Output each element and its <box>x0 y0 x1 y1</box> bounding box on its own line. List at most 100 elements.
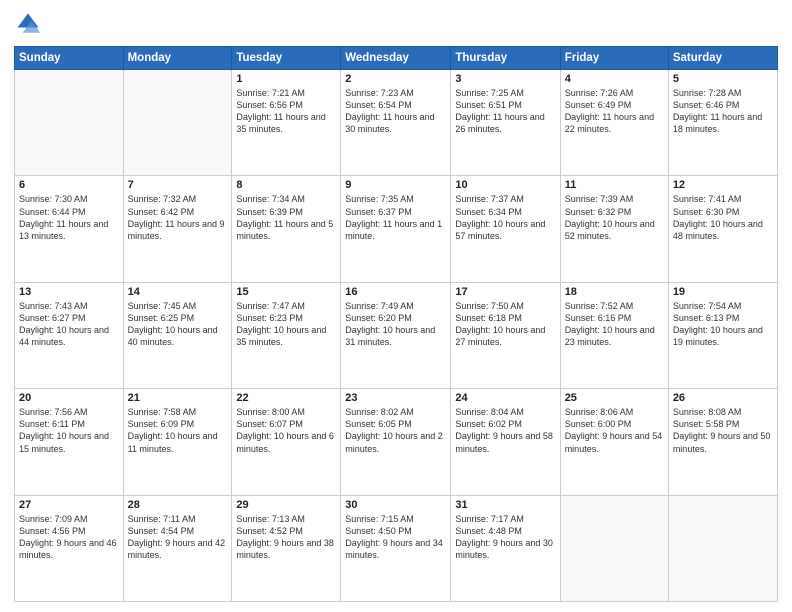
day-info: Sunrise: 8:08 AM Sunset: 5:58 PM Dayligh… <box>673 406 773 455</box>
calendar-cell: 26 Sunrise: 8:08 AM Sunset: 5:58 PM Dayli… <box>668 389 777 495</box>
calendar-cell: 11 Sunrise: 7:39 AM Sunset: 6:32 PM Dayli… <box>560 176 668 282</box>
calendar-cell: 16 Sunrise: 7:49 AM Sunset: 6:20 PM Dayli… <box>341 282 451 388</box>
day-number: 13 <box>19 286 119 298</box>
calendar-cell: 9Sunrise: 7:35 AM Sunset: 6:37 PM Daylig… <box>341 176 451 282</box>
logo-icon <box>14 10 42 38</box>
day-number: 14 <box>128 286 228 298</box>
day-number: 27 <box>19 499 119 511</box>
calendar-cell: 5 Sunrise: 7:28 AM Sunset: 6:46 PM Daylig… <box>668 70 777 176</box>
day-number: 15 <box>236 286 336 298</box>
calendar-cell: 20 Sunrise: 7:56 AM Sunset: 6:11 PM Dayli… <box>15 389 124 495</box>
day-number: 28 <box>128 499 228 511</box>
day-number: 22 <box>236 392 336 404</box>
calendar-week-1: 1 Sunrise: 7:21 AM Sunset: 6:56 PM Daylig… <box>15 70 778 176</box>
day-number: 19 <box>673 286 773 298</box>
calendar-cell: 10 Sunrise: 7:37 AM Sunset: 6:34 PM Dayli… <box>451 176 560 282</box>
page: SundayMondayTuesdayWednesdayThursdayFrid… <box>0 0 792 612</box>
calendar-header-row: SundayMondayTuesdayWednesdayThursdayFrid… <box>15 47 778 70</box>
day-header-tuesday: Tuesday <box>232 47 341 70</box>
day-number: 1 <box>236 73 336 85</box>
day-number: 20 <box>19 392 119 404</box>
calendar-table: SundayMondayTuesdayWednesdayThursdayFrid… <box>14 46 778 602</box>
day-header-friday: Friday <box>560 47 668 70</box>
calendar-cell: 17 Sunrise: 7:50 AM Sunset: 6:18 PM Dayli… <box>451 282 560 388</box>
calendar-cell: 12Sunrise: 7:41 AM Sunset: 6:30 PM Dayli… <box>668 176 777 282</box>
calendar-cell: 18 Sunrise: 7:52 AM Sunset: 6:16 PM Dayli… <box>560 282 668 388</box>
calendar-cell: 7Sunrise: 7:32 AM Sunset: 6:42 PM Daylig… <box>123 176 232 282</box>
day-info: Sunrise: 8:02 AM Sunset: 6:05 PM Dayligh… <box>345 406 446 455</box>
day-info: Sunrise: 7:21 AM Sunset: 6:56 PM Dayligh… <box>236 87 336 136</box>
calendar-cell: 25Sunrise: 8:06 AM Sunset: 6:00 PM Dayli… <box>560 389 668 495</box>
calendar-cell: 23 Sunrise: 8:02 AM Sunset: 6:05 PM Dayli… <box>341 389 451 495</box>
day-info: Sunrise: 7:50 AM Sunset: 6:18 PM Dayligh… <box>455 300 555 349</box>
day-number: 31 <box>455 499 555 511</box>
calendar-week-5: 27 Sunrise: 7:09 AM Sunset: 4:56 PM Dayli… <box>15 495 778 601</box>
day-number: 18 <box>565 286 664 298</box>
day-number: 5 <box>673 73 773 85</box>
calendar-cell: 30Sunrise: 7:15 AM Sunset: 4:50 PM Dayli… <box>341 495 451 601</box>
calendar-cell: 27 Sunrise: 7:09 AM Sunset: 4:56 PM Dayli… <box>15 495 124 601</box>
day-number: 6 <box>19 179 119 191</box>
calendar-cell <box>560 495 668 601</box>
day-info: Sunrise: 8:00 AM Sunset: 6:07 PM Dayligh… <box>236 406 336 455</box>
calendar-cell: 1 Sunrise: 7:21 AM Sunset: 6:56 PM Daylig… <box>232 70 341 176</box>
calendar-cell <box>668 495 777 601</box>
day-number: 26 <box>673 392 773 404</box>
day-number: 3 <box>455 73 555 85</box>
day-header-sunday: Sunday <box>15 47 124 70</box>
day-info: Sunrise: 7:56 AM Sunset: 6:11 PM Dayligh… <box>19 406 119 455</box>
day-info: Sunrise: 7:45 AM Sunset: 6:25 PM Dayligh… <box>128 300 228 349</box>
calendar-week-4: 20 Sunrise: 7:56 AM Sunset: 6:11 PM Dayli… <box>15 389 778 495</box>
day-info: Sunrise: 7:52 AM Sunset: 6:16 PM Dayligh… <box>565 300 664 349</box>
logo <box>14 10 46 38</box>
calendar-cell <box>15 70 124 176</box>
day-info: Sunrise: 7:34 AM Sunset: 6:39 PM Dayligh… <box>236 193 336 242</box>
day-number: 10 <box>455 179 555 191</box>
day-header-thursday: Thursday <box>451 47 560 70</box>
calendar-cell: 31 Sunrise: 7:17 AM Sunset: 4:48 PM Dayli… <box>451 495 560 601</box>
day-info: Sunrise: 7:49 AM Sunset: 6:20 PM Dayligh… <box>345 300 446 349</box>
day-number: 12 <box>673 179 773 191</box>
day-info: Sunrise: 7:37 AM Sunset: 6:34 PM Dayligh… <box>455 193 555 242</box>
day-number: 9 <box>345 179 446 191</box>
day-header-monday: Monday <box>123 47 232 70</box>
calendar-cell: 29 Sunrise: 7:13 AM Sunset: 4:52 PM Dayli… <box>232 495 341 601</box>
day-info: Sunrise: 7:28 AM Sunset: 6:46 PM Dayligh… <box>673 87 773 136</box>
day-number: 16 <box>345 286 446 298</box>
calendar-cell: 4 Sunrise: 7:26 AM Sunset: 6:49 PM Daylig… <box>560 70 668 176</box>
day-info: Sunrise: 7:39 AM Sunset: 6:32 PM Dayligh… <box>565 193 664 242</box>
header <box>14 10 778 38</box>
day-info: Sunrise: 7:23 AM Sunset: 6:54 PM Dayligh… <box>345 87 446 136</box>
day-info: Sunrise: 7:09 AM Sunset: 4:56 PM Dayligh… <box>19 513 119 562</box>
day-header-wednesday: Wednesday <box>341 47 451 70</box>
day-number: 29 <box>236 499 336 511</box>
day-info: Sunrise: 7:17 AM Sunset: 4:48 PM Dayligh… <box>455 513 555 562</box>
day-header-saturday: Saturday <box>668 47 777 70</box>
calendar-week-3: 13 Sunrise: 7:43 AM Sunset: 6:27 PM Dayli… <box>15 282 778 388</box>
day-info: Sunrise: 7:47 AM Sunset: 6:23 PM Dayligh… <box>236 300 336 349</box>
calendar-cell: 8 Sunrise: 7:34 AM Sunset: 6:39 PM Daylig… <box>232 176 341 282</box>
day-number: 11 <box>565 179 664 191</box>
day-info: Sunrise: 7:30 AM Sunset: 6:44 PM Dayligh… <box>19 193 119 242</box>
calendar-week-2: 6 Sunrise: 7:30 AM Sunset: 6:44 PM Daylig… <box>15 176 778 282</box>
day-info: Sunrise: 7:43 AM Sunset: 6:27 PM Dayligh… <box>19 300 119 349</box>
day-info: Sunrise: 7:26 AM Sunset: 6:49 PM Dayligh… <box>565 87 664 136</box>
calendar-cell: 19Sunrise: 7:54 AM Sunset: 6:13 PM Dayli… <box>668 282 777 388</box>
day-info: Sunrise: 7:11 AM Sunset: 4:54 PM Dayligh… <box>128 513 228 562</box>
day-number: 4 <box>565 73 664 85</box>
day-number: 23 <box>345 392 446 404</box>
day-info: Sunrise: 8:04 AM Sunset: 6:02 PM Dayligh… <box>455 406 555 455</box>
day-number: 24 <box>455 392 555 404</box>
day-number: 8 <box>236 179 336 191</box>
day-number: 21 <box>128 392 228 404</box>
calendar-cell: 28 Sunrise: 7:11 AM Sunset: 4:54 PM Dayli… <box>123 495 232 601</box>
calendar-cell: 13 Sunrise: 7:43 AM Sunset: 6:27 PM Dayli… <box>15 282 124 388</box>
calendar-cell <box>123 70 232 176</box>
calendar-cell: 3 Sunrise: 7:25 AM Sunset: 6:51 PM Daylig… <box>451 70 560 176</box>
day-number: 17 <box>455 286 555 298</box>
calendar-cell: 21Sunrise: 7:58 AM Sunset: 6:09 PM Dayli… <box>123 389 232 495</box>
calendar-cell: 24 Sunrise: 8:04 AM Sunset: 6:02 PM Dayli… <box>451 389 560 495</box>
day-info: Sunrise: 7:25 AM Sunset: 6:51 PM Dayligh… <box>455 87 555 136</box>
day-info: Sunrise: 7:13 AM Sunset: 4:52 PM Dayligh… <box>236 513 336 562</box>
day-number: 2 <box>345 73 446 85</box>
